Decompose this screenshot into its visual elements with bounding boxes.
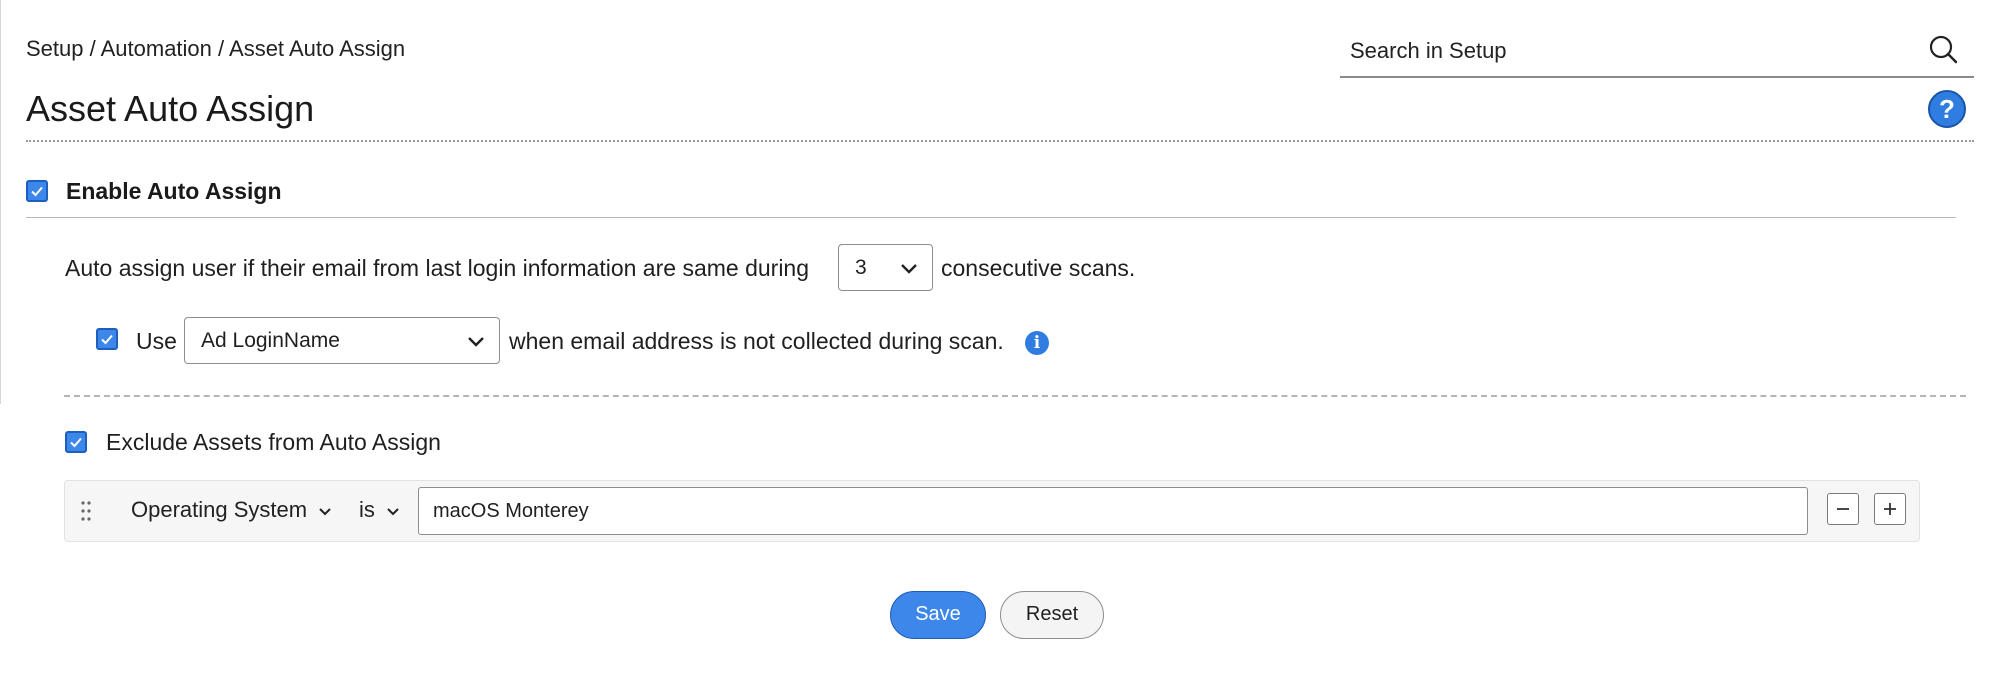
checkmark-icon — [101, 334, 113, 345]
use-fallback-checkbox[interactable] — [96, 328, 118, 350]
enable-auto-assign-checkbox[interactable] — [26, 180, 48, 202]
exclude-assets-checkbox[interactable] — [65, 431, 87, 453]
title-divider — [26, 140, 1974, 142]
fallback-text: when email address is not collected duri… — [509, 328, 1004, 354]
fallback-field-value: Ad LoginName — [201, 328, 340, 352]
condition-field-label: Operating System — [131, 497, 308, 522]
condition-field-dropdown[interactable]: Operating System — [131, 497, 333, 523]
chevron-down-icon — [468, 336, 484, 347]
help-icon[interactable]: ? — [1928, 90, 1966, 128]
add-condition-button[interactable] — [1874, 493, 1906, 525]
enable-auto-assign-label: Enable Auto Assign — [66, 178, 282, 204]
consecutive-scans-select[interactable]: 3 — [838, 244, 933, 291]
condition-operator-dropdown[interactable]: is — [359, 497, 401, 523]
page-title: Asset Auto Assign — [26, 88, 315, 129]
drag-handle-icon[interactable] — [79, 499, 93, 523]
remove-condition-button[interactable] — [1827, 493, 1859, 525]
condition-value-input[interactable] — [418, 487, 1808, 535]
content-left-border — [0, 0, 1, 404]
breadcrumb: Setup / Automation / Asset Auto Assign — [26, 36, 406, 61]
checkmark-icon — [31, 186, 43, 197]
save-button[interactable]: Save — [890, 591, 986, 639]
search-input[interactable] — [1348, 34, 1912, 68]
dashed-divider — [64, 395, 1966, 397]
exclude-assets-label: Exclude Assets from Auto Assign — [106, 429, 441, 455]
search-icon[interactable] — [1926, 32, 1960, 66]
use-label: Use — [136, 328, 177, 354]
reset-button[interactable]: Reset — [1000, 591, 1104, 639]
exclude-condition-row: Operating System is — [64, 480, 1920, 542]
chevron-down-icon — [387, 508, 399, 516]
auto-assign-text-after: consecutive scans. — [941, 255, 1136, 281]
consecutive-scans-value: 3 — [855, 255, 867, 279]
minus-icon — [1837, 508, 1849, 510]
chevron-down-icon — [901, 263, 917, 274]
fallback-field-select[interactable]: Ad LoginName — [184, 317, 500, 364]
condition-operator-label: is — [359, 497, 375, 522]
chevron-down-icon — [319, 508, 331, 516]
section-divider — [26, 217, 1956, 218]
info-icon[interactable]: i — [1025, 331, 1049, 355]
checkmark-icon — [70, 437, 82, 448]
plus-icon — [1884, 503, 1896, 515]
setup-search — [1340, 28, 1974, 78]
auto-assign-text-before: Auto assign user if their email from las… — [65, 255, 810, 281]
